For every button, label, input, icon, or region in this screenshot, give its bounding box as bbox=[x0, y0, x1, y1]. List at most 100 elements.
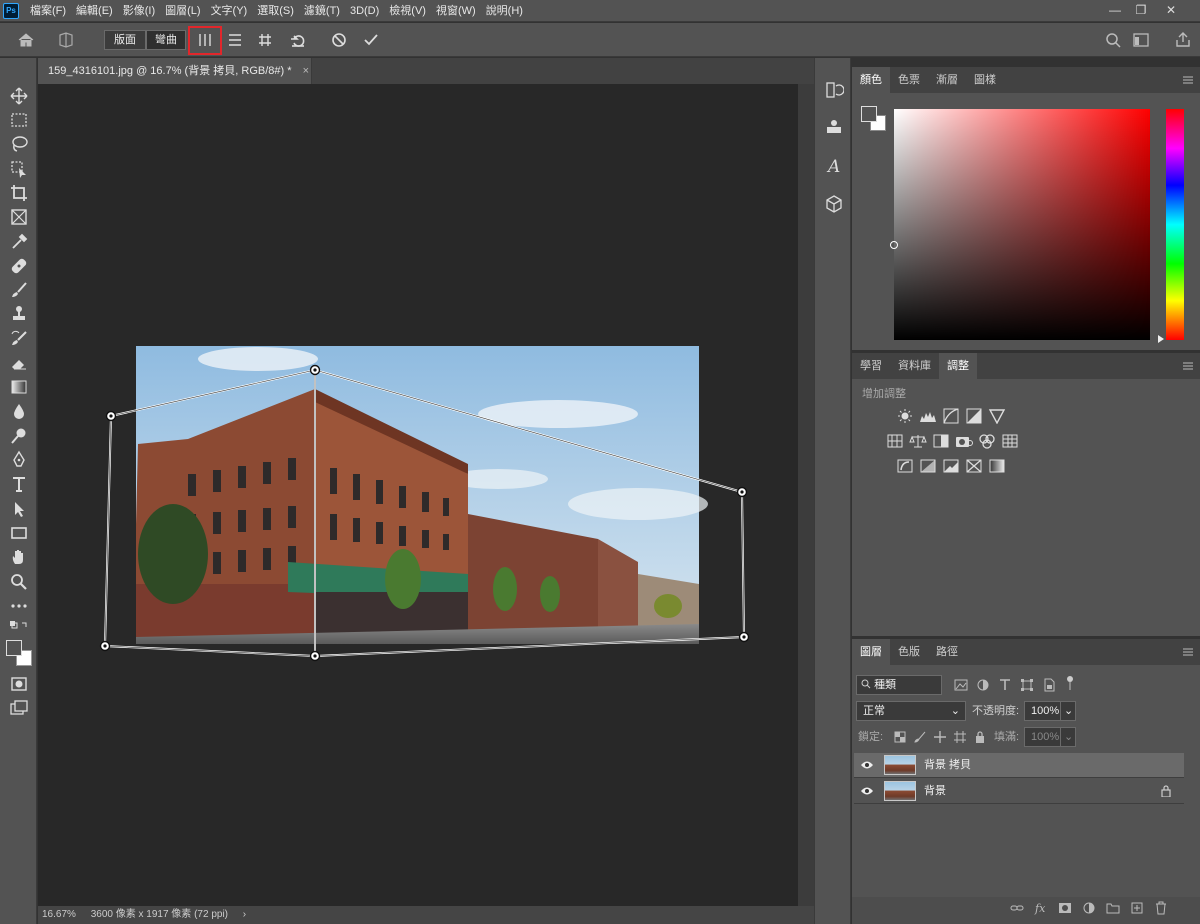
marquee-tool-icon[interactable] bbox=[9, 110, 29, 130]
color-lookup-icon[interactable] bbox=[1001, 433, 1019, 449]
lock-image-pixels-icon[interactable] bbox=[914, 731, 926, 743]
layer-row-background-copy[interactable]: 背景 拷貝 bbox=[854, 753, 1184, 778]
clone-stamp-tool-icon[interactable] bbox=[9, 304, 29, 324]
filter-adjustment-layer-icon[interactable] bbox=[976, 678, 990, 692]
reset-icon[interactable] bbox=[289, 31, 307, 49]
restore-button[interactable]: ❐ bbox=[1128, 0, 1154, 20]
visibility-eye-icon[interactable] bbox=[860, 759, 874, 771]
type-tool-icon[interactable] bbox=[9, 474, 29, 494]
crop-tool-icon[interactable] bbox=[9, 183, 29, 203]
lock-transparent-pixels-icon[interactable] bbox=[894, 731, 906, 743]
character-panel-icon[interactable]: A bbox=[824, 156, 844, 176]
layer-name[interactable]: 背景 拷貝 bbox=[924, 753, 971, 778]
menu-image[interactable]: 影像(I) bbox=[123, 0, 155, 22]
blur-tool-icon[interactable] bbox=[9, 401, 29, 421]
rectangle-tool-icon[interactable] bbox=[9, 523, 29, 543]
tab-libraries[interactable]: 資料庫 bbox=[890, 353, 939, 379]
menu-window[interactable]: 視窗(W) bbox=[436, 0, 476, 22]
brush-tool-icon[interactable] bbox=[9, 280, 29, 300]
lasso-tool-icon[interactable] bbox=[9, 134, 29, 154]
hue-slider-pointer[interactable] bbox=[1158, 335, 1164, 343]
commit-check-icon[interactable] bbox=[362, 31, 380, 49]
layer-lock-icon[interactable] bbox=[1160, 785, 1172, 797]
status-expand-icon[interactable]: › bbox=[243, 909, 246, 920]
search-icon[interactable] bbox=[1104, 31, 1122, 49]
fg-bg-color-swatch[interactable] bbox=[860, 105, 890, 133]
gradient-tool-icon[interactable] bbox=[9, 377, 29, 397]
pen-tool-icon[interactable] bbox=[9, 450, 29, 470]
straighten-horizontal-icon[interactable] bbox=[226, 31, 244, 49]
blend-mode-select[interactable]: 正常 ⌄ bbox=[856, 701, 966, 721]
color-picker-field[interactable] bbox=[890, 109, 1150, 340]
menu-help[interactable]: 說明(H) bbox=[486, 0, 523, 22]
selective-color-icon[interactable] bbox=[965, 458, 983, 474]
vibrance-icon[interactable] bbox=[988, 408, 1006, 424]
history-brush-tool-icon[interactable] bbox=[9, 329, 29, 349]
path-selection-tool-icon[interactable] bbox=[9, 499, 29, 519]
tab-patterns[interactable]: 圖樣 bbox=[966, 67, 1004, 93]
history-panel-icon[interactable] bbox=[824, 80, 844, 100]
close-document-icon[interactable]: × bbox=[303, 65, 309, 77]
opacity-dropdown-icon[interactable]: ⌄ bbox=[1060, 701, 1076, 721]
menu-edit[interactable]: 編輯(E) bbox=[76, 0, 113, 22]
panel-menu-icon[interactable] bbox=[1182, 74, 1194, 86]
channel-mixer-icon[interactable] bbox=[978, 433, 996, 449]
layout-mode-button[interactable]: 版面 bbox=[104, 30, 146, 50]
tab-swatches[interactable]: 色票 bbox=[890, 67, 928, 93]
document-tab[interactable]: 159_4316101.jpg @ 16.7% (背景 拷貝, RGB/8#) … bbox=[38, 58, 312, 84]
close-window-button[interactable]: ✕ bbox=[1158, 0, 1184, 20]
foreground-background-swatch[interactable] bbox=[4, 640, 34, 668]
menu-layer[interactable]: 圖層(L) bbox=[165, 0, 200, 22]
vertical-scrollbar[interactable] bbox=[798, 84, 814, 906]
share-icon[interactable] bbox=[1174, 31, 1192, 49]
dodge-tool-icon[interactable] bbox=[9, 426, 29, 446]
menu-3d[interactable]: 3D(D) bbox=[350, 0, 379, 22]
link-layers-icon[interactable] bbox=[1010, 901, 1024, 915]
properties-panel-icon[interactable] bbox=[824, 116, 844, 136]
tab-learn[interactable]: 學習 bbox=[852, 353, 890, 379]
eyedropper-tool-icon[interactable] bbox=[9, 232, 29, 252]
gradient-map-icon[interactable] bbox=[988, 458, 1006, 474]
tab-gradients[interactable]: 漸層 bbox=[928, 67, 966, 93]
invert-icon[interactable] bbox=[896, 458, 914, 474]
move-tool-icon[interactable] bbox=[9, 86, 29, 106]
tab-paths[interactable]: 路徑 bbox=[928, 639, 966, 665]
threshold-icon[interactable] bbox=[942, 458, 960, 474]
posterize-icon[interactable] bbox=[919, 458, 937, 474]
levels-icon[interactable] bbox=[919, 408, 937, 424]
screen-mode-icon[interactable] bbox=[9, 698, 29, 718]
lock-position-icon[interactable] bbox=[934, 731, 946, 743]
curves-icon[interactable] bbox=[942, 408, 960, 424]
layer-row-background[interactable]: 背景 bbox=[854, 779, 1184, 804]
quick-mask-icon[interactable] bbox=[9, 674, 29, 694]
layer-filter-select[interactable]: 種類 bbox=[856, 675, 942, 695]
cancel-icon[interactable] bbox=[330, 31, 348, 49]
frame-tool-icon[interactable] bbox=[9, 207, 29, 227]
zoom-level[interactable]: 16.67% bbox=[42, 909, 76, 920]
new-adjustment-layer-icon[interactable] bbox=[1082, 901, 1096, 915]
canvas-area[interactable] bbox=[38, 84, 798, 906]
menu-type[interactable]: 文字(Y) bbox=[211, 0, 248, 22]
menu-view[interactable]: 檢視(V) bbox=[389, 0, 426, 22]
hue-slider[interactable] bbox=[1166, 109, 1184, 340]
straighten-both-icon[interactable] bbox=[256, 31, 274, 49]
warp-mode-button[interactable]: 彎曲 bbox=[146, 30, 186, 50]
zoom-tool-icon[interactable] bbox=[9, 572, 29, 592]
menu-file[interactable]: 檔案(F) bbox=[30, 0, 66, 22]
hand-tool-icon[interactable] bbox=[9, 547, 29, 567]
visibility-eye-icon[interactable] bbox=[860, 785, 874, 797]
tab-layers[interactable]: 圖層 bbox=[852, 639, 890, 665]
layer-name[interactable]: 背景 bbox=[924, 779, 946, 804]
brightness-contrast-icon[interactable] bbox=[896, 408, 914, 424]
add-mask-icon[interactable] bbox=[1058, 901, 1072, 915]
menu-filter[interactable]: 濾鏡(T) bbox=[304, 0, 340, 22]
filter-pixel-layer-icon[interactable] bbox=[954, 678, 968, 692]
tab-color[interactable]: 顏色 bbox=[852, 67, 890, 93]
filter-toggle-icon[interactable] bbox=[1066, 675, 1074, 691]
filter-type-layer-icon[interactable] bbox=[998, 678, 1012, 692]
photo-filter-icon[interactable] bbox=[955, 433, 973, 449]
workspace-icon[interactable] bbox=[1132, 31, 1150, 49]
filter-smart-object-icon[interactable] bbox=[1042, 678, 1056, 692]
tab-channels[interactable]: 色版 bbox=[890, 639, 928, 665]
filter-shape-layer-icon[interactable] bbox=[1020, 678, 1034, 692]
